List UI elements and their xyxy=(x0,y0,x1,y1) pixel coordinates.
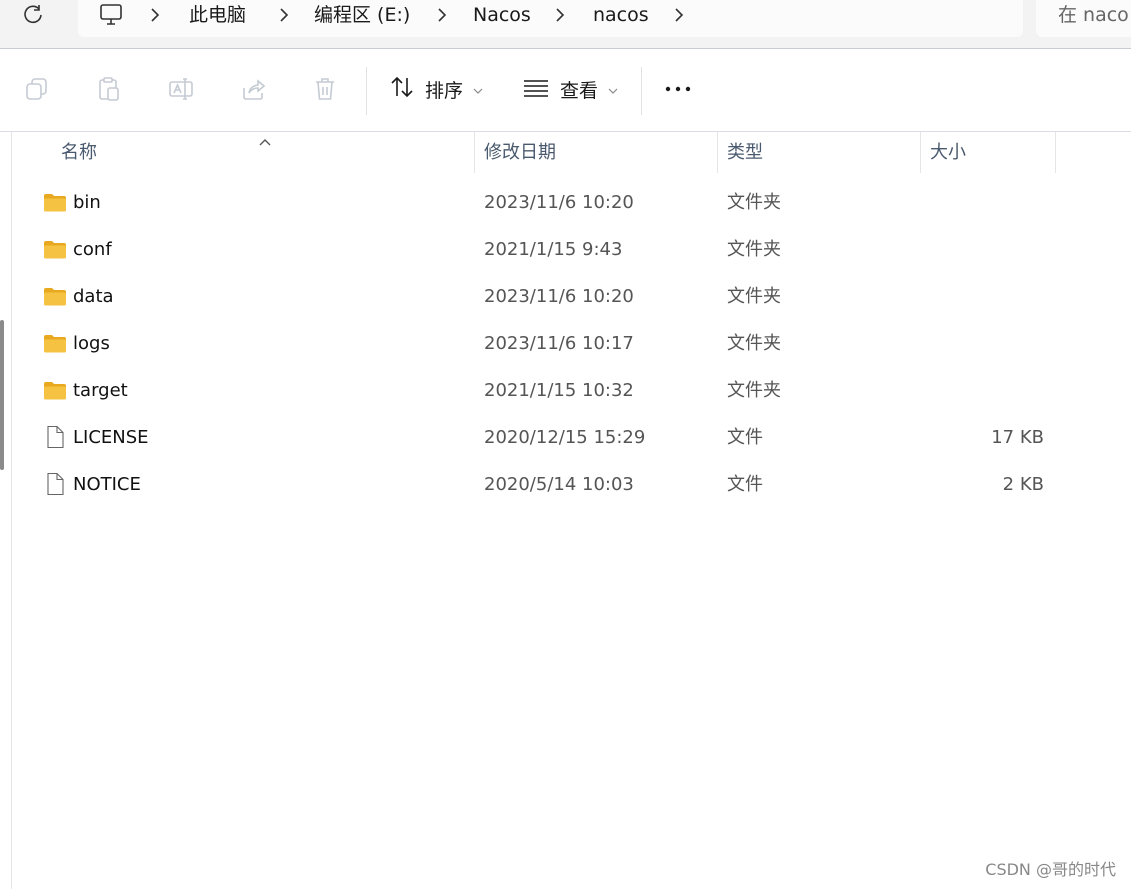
file-name: conf xyxy=(73,239,112,260)
file-name: bin xyxy=(73,192,101,213)
computer-icon[interactable] xyxy=(98,3,124,27)
file-name: NOTICE xyxy=(73,474,141,495)
column-header-size[interactable]: 大小 xyxy=(930,132,966,173)
file-size xyxy=(920,226,1044,273)
chevron-right-icon[interactable] xyxy=(277,6,291,24)
file-modified: 2020/12/15 15:29 xyxy=(484,427,646,448)
file-type: 文件夹 xyxy=(727,192,781,213)
view-icon xyxy=(522,74,550,104)
file-type: 文件夹 xyxy=(727,239,781,260)
delete-icon[interactable] xyxy=(311,75,339,103)
file-modified: 2021/1/15 10:32 xyxy=(484,380,634,401)
sort-button[interactable]: 排序 xyxy=(389,73,483,105)
file-size: 17 KB xyxy=(991,427,1044,448)
column-divider[interactable] xyxy=(1055,132,1056,173)
more-icon[interactable] xyxy=(664,75,692,103)
file-size xyxy=(920,273,1044,320)
file-type: 文件 xyxy=(727,427,763,448)
search-input[interactable]: 在 naco xyxy=(1036,0,1131,37)
file-name: target xyxy=(73,380,128,401)
folder-icon xyxy=(43,239,67,261)
breadcrumb-item-nacos[interactable]: nacos xyxy=(593,3,649,27)
column-header-type[interactable]: 类型 xyxy=(727,132,763,173)
chevron-down-icon xyxy=(608,80,618,99)
file-modified: 2023/11/6 10:20 xyxy=(484,192,634,213)
column-divider[interactable] xyxy=(717,132,718,173)
file-modified: 2021/1/15 9:43 xyxy=(484,239,623,260)
table-row[interactable]: LICENSE 2020/12/15 15:29 文件 17 KB xyxy=(40,414,1055,461)
folder-icon xyxy=(43,380,67,402)
chevron-down-icon xyxy=(473,80,483,99)
table-row[interactable]: NOTICE 2020/5/14 10:03 文件 2 KB xyxy=(40,461,1055,508)
file-type: 文件 xyxy=(727,474,763,495)
sort-label: 排序 xyxy=(425,79,464,102)
breadcrumb-item-nacos-parent[interactable]: Nacos xyxy=(473,3,531,27)
file-type: 文件夹 xyxy=(727,380,781,401)
rename-icon[interactable] xyxy=(167,75,195,103)
paste-icon[interactable] xyxy=(95,75,123,103)
file-modified: 2023/11/6 10:20 xyxy=(484,286,634,307)
copy-icon[interactable] xyxy=(23,75,51,103)
command-toolbar: 排序 查看 xyxy=(0,49,1131,132)
view-button[interactable]: 查看 xyxy=(522,73,618,105)
chevron-right-icon[interactable] xyxy=(672,6,686,24)
folder-icon xyxy=(43,192,67,214)
file-size: 2 KB xyxy=(1002,474,1044,495)
pane-border xyxy=(11,132,12,889)
file-modified: 2020/5/14 10:03 xyxy=(484,474,634,495)
address-bar: 此电脑 编程区 (E:) Nacos nacos 在 naco xyxy=(0,0,1131,49)
file-name: data xyxy=(73,286,114,307)
breadcrumb-item-drive-e[interactable]: 编程区 (E:) xyxy=(314,3,410,27)
column-header-name[interactable]: 名称 xyxy=(61,132,97,173)
sort-icon xyxy=(389,74,415,104)
table-row[interactable]: bin 2023/11/6 10:20 文件夹 xyxy=(40,179,1055,226)
file-type: 文件夹 xyxy=(727,286,781,307)
file-name: LICENSE xyxy=(73,427,149,448)
chevron-right-icon[interactable] xyxy=(148,6,162,24)
file-modified: 2023/11/6 10:17 xyxy=(484,333,634,354)
table-row[interactable]: logs 2023/11/6 10:17 文件夹 xyxy=(40,320,1055,367)
toolbar-divider xyxy=(366,67,367,115)
sort-ascending-icon xyxy=(258,132,272,146)
file-size xyxy=(920,320,1044,367)
search-placeholder: 在 naco xyxy=(1058,4,1129,26)
column-header-modified[interactable]: 修改日期 xyxy=(484,132,556,173)
table-row[interactable]: target 2021/1/15 10:32 文件夹 xyxy=(40,367,1055,414)
breadcrumb[interactable]: 此电脑 编程区 (E:) Nacos nacos xyxy=(78,0,1023,37)
file-type: 文件夹 xyxy=(727,333,781,354)
watermark: CSDN @哥的时代 xyxy=(985,860,1116,879)
view-label: 查看 xyxy=(560,79,599,102)
file-name: logs xyxy=(73,333,110,354)
file-list: 名称 修改日期 类型 大小 bin 2023/11/6 10:20 文件夹 co… xyxy=(0,132,1131,889)
chevron-right-icon[interactable] xyxy=(553,6,567,24)
breadcrumb-item-this-pc[interactable]: 此电脑 xyxy=(189,3,246,27)
folder-icon xyxy=(43,333,67,355)
scrollbar-thumb[interactable] xyxy=(0,320,4,470)
toolbar-divider xyxy=(641,67,642,115)
folder-icon xyxy=(43,286,67,308)
file-size xyxy=(920,367,1044,414)
file-icon xyxy=(43,472,67,496)
table-row[interactable]: conf 2021/1/15 9:43 文件夹 xyxy=(40,226,1055,273)
column-divider[interactable] xyxy=(474,132,475,173)
file-size xyxy=(920,179,1044,226)
column-divider[interactable] xyxy=(920,132,921,173)
share-icon[interactable] xyxy=(239,75,267,103)
table-row[interactable]: data 2023/11/6 10:20 文件夹 xyxy=(40,273,1055,320)
file-icon xyxy=(43,425,67,449)
refresh-icon[interactable] xyxy=(20,2,46,28)
chevron-right-icon[interactable] xyxy=(435,6,449,24)
